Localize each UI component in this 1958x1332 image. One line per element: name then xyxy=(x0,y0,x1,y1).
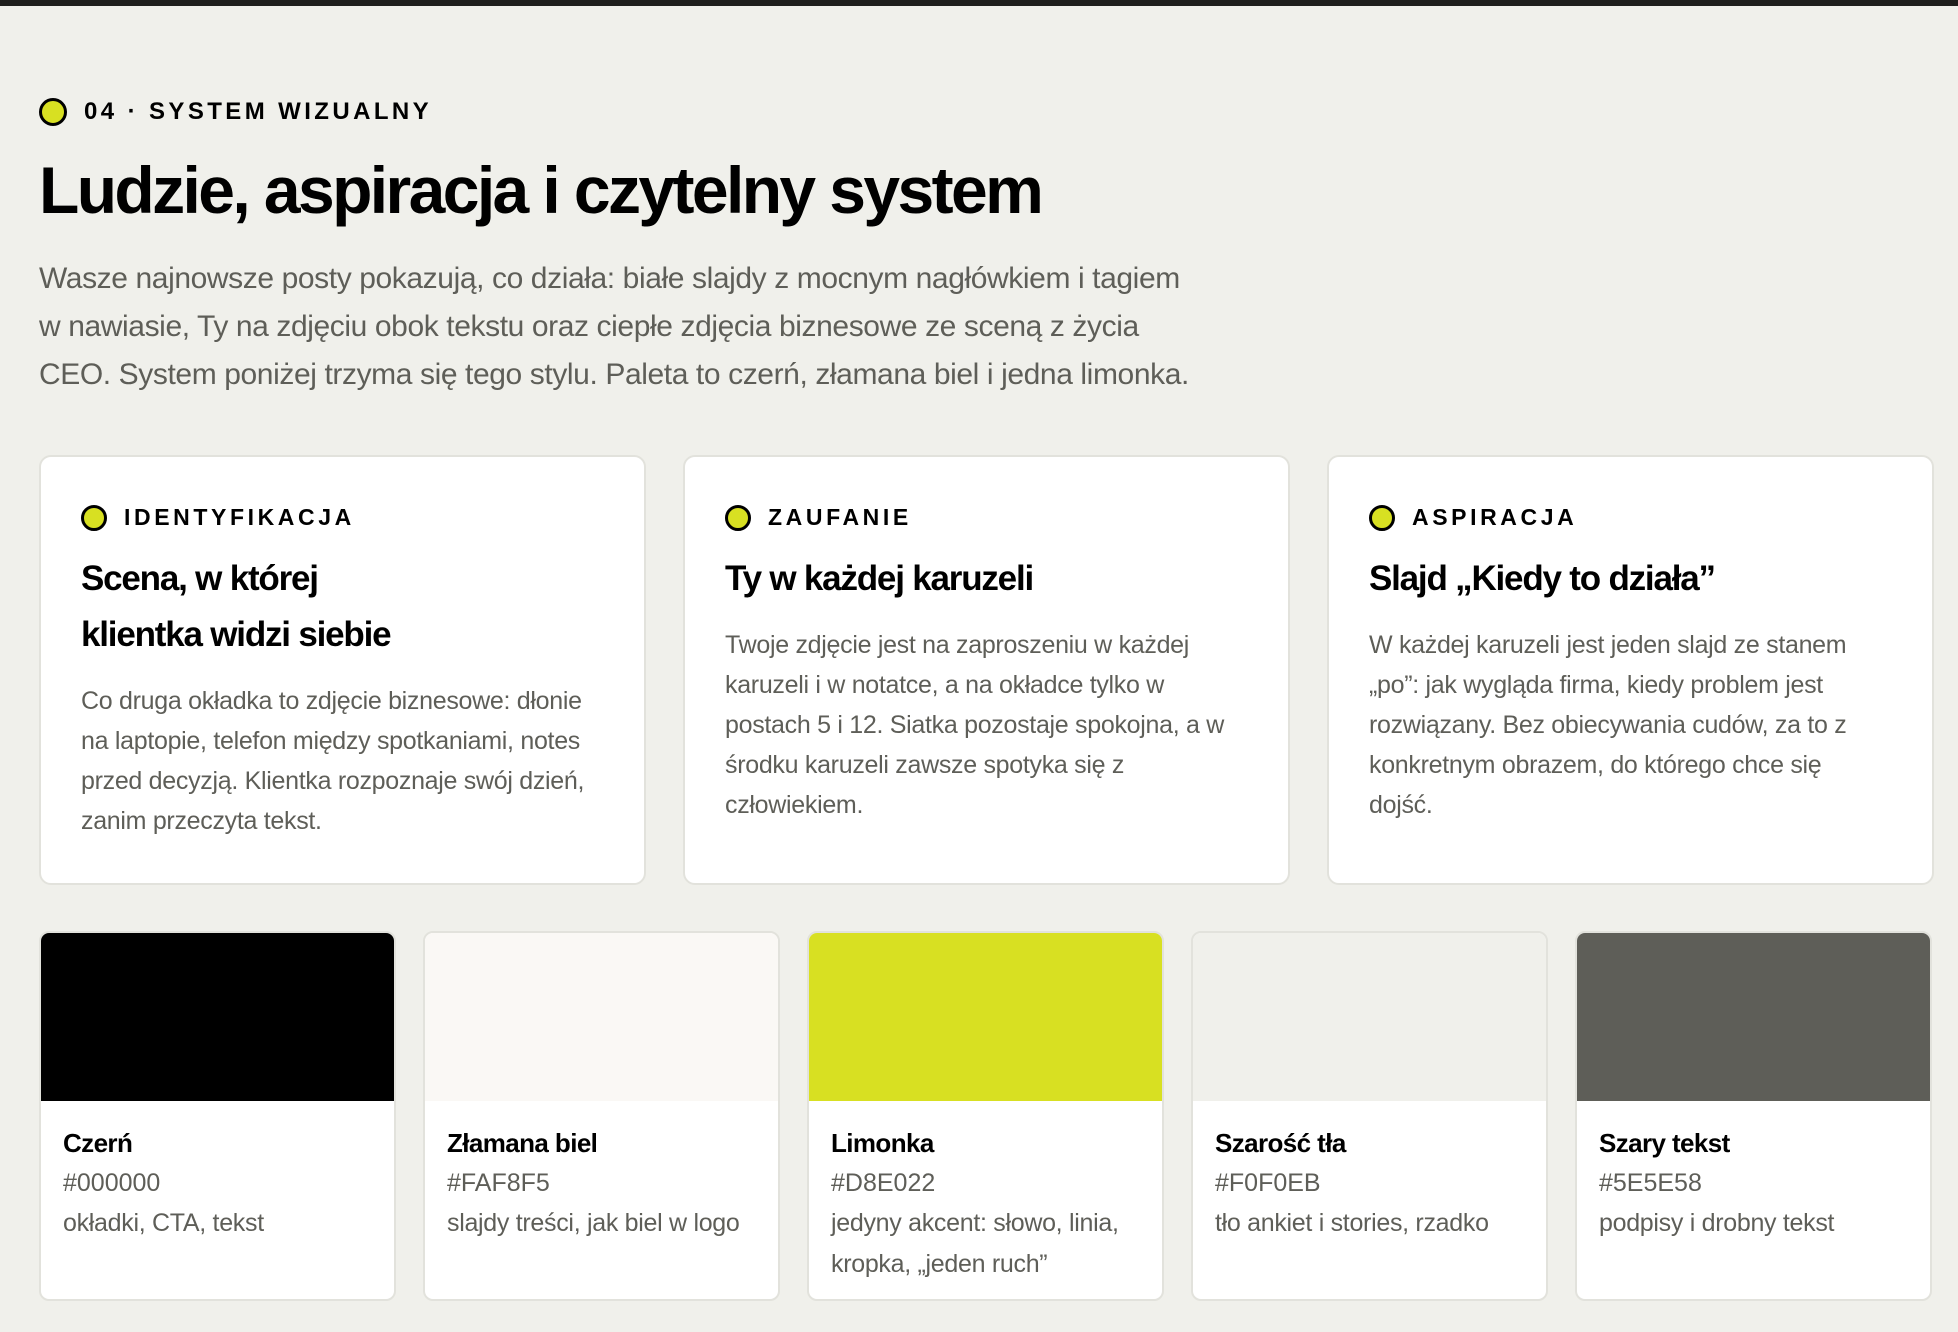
section-number-label: 04 · SYSTEM WIZUALNY xyxy=(84,98,433,125)
swatch-limonka: Limonka #D8E022 jedyny akcent: słowo, li… xyxy=(807,931,1164,1301)
card-body: Co druga okładka to zdjęcie biznesowe: d… xyxy=(81,681,604,841)
card-body: W każdej karuzeli jest jeden slajd ze st… xyxy=(1369,625,1892,825)
swatch-name: Limonka xyxy=(831,1128,934,1158)
swatch-name: Czerń xyxy=(63,1128,133,1158)
lime-dot-icon xyxy=(39,98,67,126)
intro-line: CEO. System poniżej trzyma się tego styl… xyxy=(39,358,1189,391)
swatch-name: Szary tekst xyxy=(1599,1128,1730,1158)
swatch-info: Czerń #000000 okładki, CTA, tekst xyxy=(41,1101,394,1244)
swatch-name: Szarość tła xyxy=(1215,1128,1346,1158)
lime-dot-icon xyxy=(725,504,751,531)
swatch-info: Złamana biel #FAF8F5 slajdy treści, jak … xyxy=(425,1101,778,1244)
lime-dot-icon xyxy=(81,504,107,531)
card-body-line: karuzeli i w notatce, a na okładce tylko… xyxy=(725,671,1165,699)
swatch-info: Szary tekst #5E5E58 podpisy i drobny tek… xyxy=(1577,1101,1930,1244)
swatch-info: Limonka #D8E022 jedyny akcent: słowo, li… xyxy=(809,1101,1162,1285)
card-title-line: Ty w każdej karuzeli xyxy=(725,559,1034,598)
card-zaufanie: ZAUFANIE Ty w każdej karuzeli Twoje zdję… xyxy=(683,455,1290,885)
card-identyfikacja: IDENTYFIKACJA Scena, w której klientka w… xyxy=(39,455,646,885)
card-title-line: Slajd „Kiedy to działa” xyxy=(1369,559,1716,598)
card-aspiracja: ASPIRACJA Slajd „Kiedy to działa” W każd… xyxy=(1327,455,1934,885)
card-body-line: dojść. xyxy=(1369,791,1433,819)
card-tag-label: IDENTYFIKACJA xyxy=(124,504,355,530)
swatch-hex: #000000 xyxy=(63,1169,161,1197)
card-title: Ty w każdej karuzeli xyxy=(725,551,1248,607)
card-tag-label: ASPIRACJA xyxy=(1412,504,1578,530)
swatch-name: Złamana biel xyxy=(447,1128,598,1158)
intro-paragraph: Wasze najnowsze posty pokazują, co dział… xyxy=(39,255,1239,399)
swatch-szary-tekst: Szary tekst #5E5E58 podpisy i drobny tek… xyxy=(1575,931,1932,1301)
card-tag: ZAUFANIE xyxy=(725,504,1248,531)
swatch-hex: #5E5E58 xyxy=(1599,1169,1702,1197)
card-body-line: rozwiązany. Bez obiecywania cudów, za to… xyxy=(1369,711,1847,739)
color-palette: Czerń #000000 okładki, CTA, tekst Złaman… xyxy=(39,931,1932,1301)
swatch-usage: tło ankiet i stories, rzadko xyxy=(1215,1209,1489,1237)
card-tag: ASPIRACJA xyxy=(1369,504,1892,531)
color-chip xyxy=(425,933,778,1101)
card-body-line: Co druga okładka to zdjęcie biznesowe: d… xyxy=(81,687,582,715)
swatch-hex: #F0F0EB xyxy=(1215,1169,1321,1197)
swatch-hex: #D8E022 xyxy=(831,1169,936,1197)
color-chip xyxy=(1193,933,1546,1101)
color-chip xyxy=(809,933,1162,1101)
card-body-line: Twoje zdjęcie jest na zaproszeniu w każd… xyxy=(725,631,1190,659)
card-body-line: środku karuzeli zawsze spotyka się z xyxy=(725,751,1125,779)
lime-dot-icon xyxy=(1369,504,1395,531)
swatch-zlamana-biel: Złamana biel #FAF8F5 slajdy treści, jak … xyxy=(423,931,780,1301)
principle-cards: IDENTYFIKACJA Scena, w której klientka w… xyxy=(39,455,1934,885)
card-title-line: Scena, w której xyxy=(81,559,319,598)
swatch-usage: jedyny akcent: słowo, linia, xyxy=(831,1209,1119,1237)
swatch-hex: #FAF8F5 xyxy=(447,1169,550,1197)
color-chip xyxy=(1577,933,1930,1101)
card-tag: IDENTYFIKACJA xyxy=(81,504,604,531)
intro-line: w nawiasie, Ty na zdjęciu obok tekstu or… xyxy=(39,310,1139,343)
card-title: Scena, w której klientka widzi siebie xyxy=(81,551,604,663)
section-eyebrow: 04 · SYSTEM WIZUALNY xyxy=(39,98,432,126)
card-body-line: zanim przeczyta tekst. xyxy=(81,807,322,835)
intro-line: Wasze najnowsze posty pokazują, co dział… xyxy=(39,262,1180,295)
card-title: Slajd „Kiedy to działa” xyxy=(1369,551,1892,607)
card-body-line: W każdej karuzeli jest jeden slajd ze st… xyxy=(1369,631,1847,659)
card-title-line: klientka widzi siebie xyxy=(81,615,392,654)
page-title: Ludzie, aspiracja i czytelny system xyxy=(39,153,1044,227)
card-body-line: „po”: jak wygląda firma, kiedy problem j… xyxy=(1369,671,1823,699)
swatch-usage: okładki, CTA, tekst xyxy=(63,1209,264,1237)
swatch-szarosc-tla: Szarość tła #F0F0EB tło ankiet i stories… xyxy=(1191,931,1548,1301)
swatch-usage: podpisy i drobny tekst xyxy=(1599,1209,1835,1237)
card-tag-label: ZAUFANIE xyxy=(768,504,912,530)
top-bar xyxy=(0,0,1958,6)
card-body-line: konkretnym obrazem, do którego chce się xyxy=(1369,751,1822,779)
swatch-czern: Czerń #000000 okładki, CTA, tekst xyxy=(39,931,396,1301)
swatch-usage: slajdy treści, jak biel w logo xyxy=(447,1209,740,1237)
card-body-line: człowiekiem. xyxy=(725,791,864,819)
swatch-info: Szarość tła #F0F0EB tło ankiet i stories… xyxy=(1193,1101,1546,1244)
swatch-usage: kropka, „jeden ruch” xyxy=(831,1250,1048,1278)
card-body: Twoje zdjęcie jest na zaproszeniu w każd… xyxy=(725,625,1248,825)
color-chip xyxy=(41,933,394,1101)
card-body-line: przed decyzją. Klientka rozpoznaje swój … xyxy=(81,767,585,795)
card-body-line: postach 5 i 12. Siatka pozostaje spokojn… xyxy=(725,711,1225,739)
card-body-line: na laptopie, telefon między spotkaniami,… xyxy=(81,727,581,755)
